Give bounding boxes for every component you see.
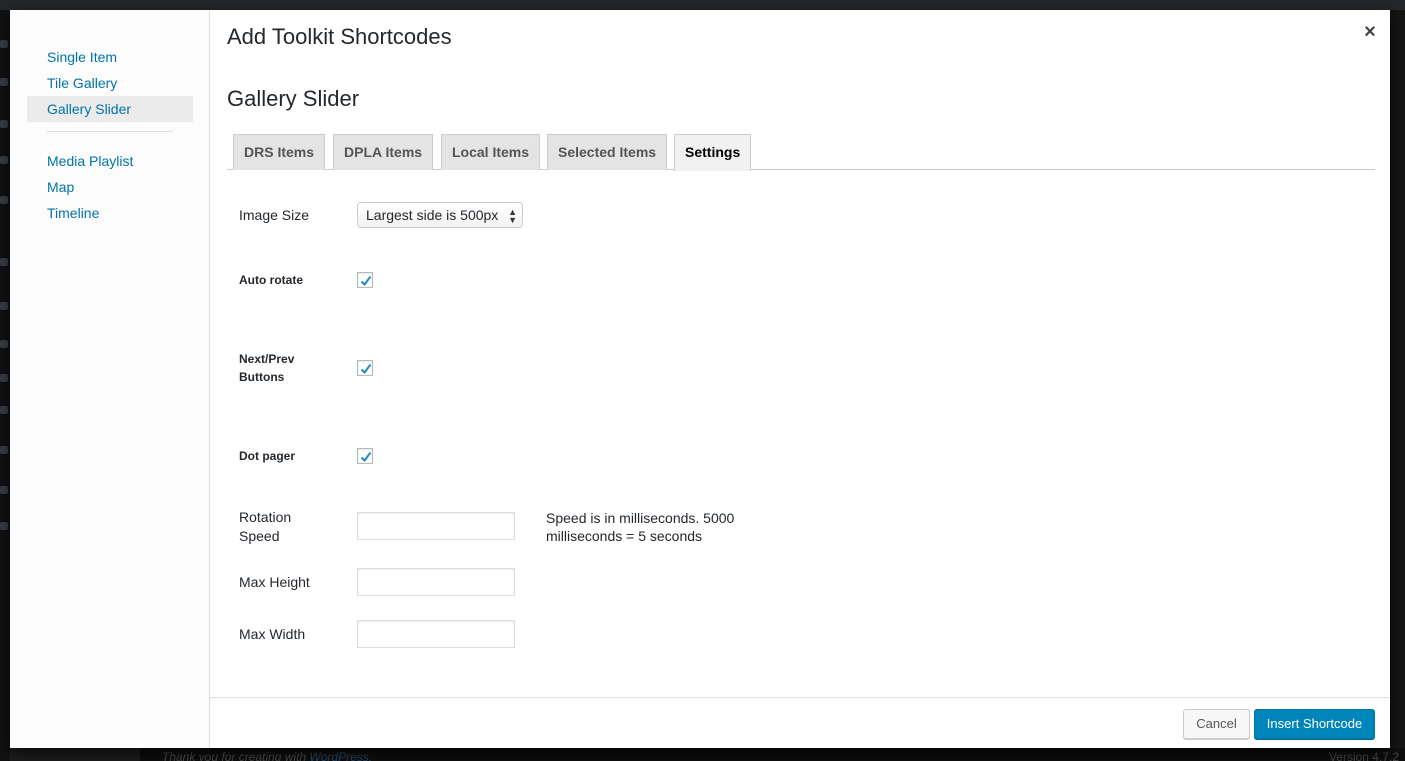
max-height-input[interactable] xyxy=(357,568,515,596)
image-size-select[interactable]: Largest side is 500px ▲ ▼ xyxy=(357,202,523,228)
menu-icon xyxy=(0,522,8,530)
tab-selected-items[interactable]: Selected Items xyxy=(547,134,668,170)
rotation-speed-label-line1: Rotation xyxy=(239,509,292,525)
menu-icon xyxy=(0,374,8,382)
image-size-label: Image Size xyxy=(239,207,310,223)
checkmark-icon xyxy=(360,363,372,375)
insert-shortcode-button[interactable]: Insert Shortcode xyxy=(1254,709,1375,739)
menu-icon xyxy=(0,156,8,164)
tab-dpla-items[interactable]: DPLA Items xyxy=(333,134,434,170)
next-prev-label: Next/Prev Buttons xyxy=(239,350,294,386)
menu-icon xyxy=(0,40,8,48)
rotation-speed-help-line1: Speed is in milliseconds. 5000 xyxy=(546,510,735,526)
footer-text: Thank you for creating with xyxy=(162,750,310,761)
cancel-button[interactable]: Cancel xyxy=(1183,709,1250,739)
menu-separator xyxy=(47,131,173,132)
rotation-speed-help-line2: milliseconds = 5 seconds xyxy=(546,528,703,544)
next-prev-checkbox[interactable] xyxy=(357,360,373,376)
dot-pager-checkbox[interactable] xyxy=(357,448,373,464)
next-prev-label-line1: Next/Prev xyxy=(239,352,295,366)
next-prev-label-line2: Buttons xyxy=(239,370,285,384)
close-icon: × xyxy=(1364,21,1376,43)
image-size-value: Largest side is 500px xyxy=(366,207,499,223)
menu-icon xyxy=(0,302,8,310)
section-title: Gallery Slider xyxy=(227,86,360,111)
rotation-speed-help: Speed is in milliseconds. 5000 milliseco… xyxy=(546,509,766,545)
max-width-label: Max Width xyxy=(239,626,306,642)
tab-drs-items[interactable]: DRS Items xyxy=(233,134,326,170)
max-width-input[interactable] xyxy=(357,620,515,648)
checkmark-icon xyxy=(360,275,372,287)
footer-thankyou: Thank you for creating with WordPress. xyxy=(162,750,372,761)
menu-item-media-playlist[interactable]: Media Playlist xyxy=(27,148,193,174)
modal-title: Add Toolkit Shortcodes xyxy=(227,24,452,49)
menu-icon xyxy=(0,120,8,128)
menu-icon xyxy=(0,486,8,494)
admin-bar xyxy=(0,0,1405,10)
rotation-speed-input[interactable] xyxy=(357,512,515,540)
rotation-speed-label: Rotation Speed xyxy=(239,508,291,546)
menu-icon xyxy=(0,258,8,266)
menu-icon xyxy=(0,406,8,414)
rotation-speed-label-line2: Speed xyxy=(239,528,280,544)
auto-rotate-checkbox[interactable] xyxy=(357,272,373,288)
modal-menu: Single Item Tile Gallery Gallery Slider … xyxy=(10,10,210,748)
menu-icon xyxy=(0,78,8,86)
menu-item-gallery-slider[interactable]: Gallery Slider xyxy=(27,96,193,122)
shortcode-modal: Single Item Tile Gallery Gallery Slider … xyxy=(10,10,1390,748)
auto-rotate-label: Auto rotate xyxy=(239,273,303,287)
tab-local-items[interactable]: Local Items xyxy=(441,134,541,170)
close-button[interactable]: × xyxy=(1355,18,1385,48)
max-height-label: Max Height xyxy=(239,574,310,590)
menu-icon xyxy=(0,196,8,204)
menu-icon xyxy=(0,340,8,348)
menu-icon xyxy=(0,446,8,454)
page-edge xyxy=(1390,10,1405,761)
admin-sidebar xyxy=(0,10,10,761)
menu-item-map[interactable]: Map xyxy=(27,174,193,200)
select-arrows-icon: ▲ ▼ xyxy=(508,207,517,225)
menu-item-single-item[interactable]: Single Item xyxy=(27,44,193,70)
dot-pager-label: Dot pager xyxy=(239,449,296,463)
footer-version: Version 4.7.2 xyxy=(1328,750,1399,761)
checkmark-icon xyxy=(360,451,372,463)
menu-item-tile-gallery[interactable]: Tile Gallery xyxy=(27,70,193,96)
footer-wordpress-link: WordPress. xyxy=(309,750,373,761)
tab-settings[interactable]: Settings xyxy=(674,134,752,171)
menu-item-timeline[interactable]: Timeline xyxy=(27,200,193,226)
